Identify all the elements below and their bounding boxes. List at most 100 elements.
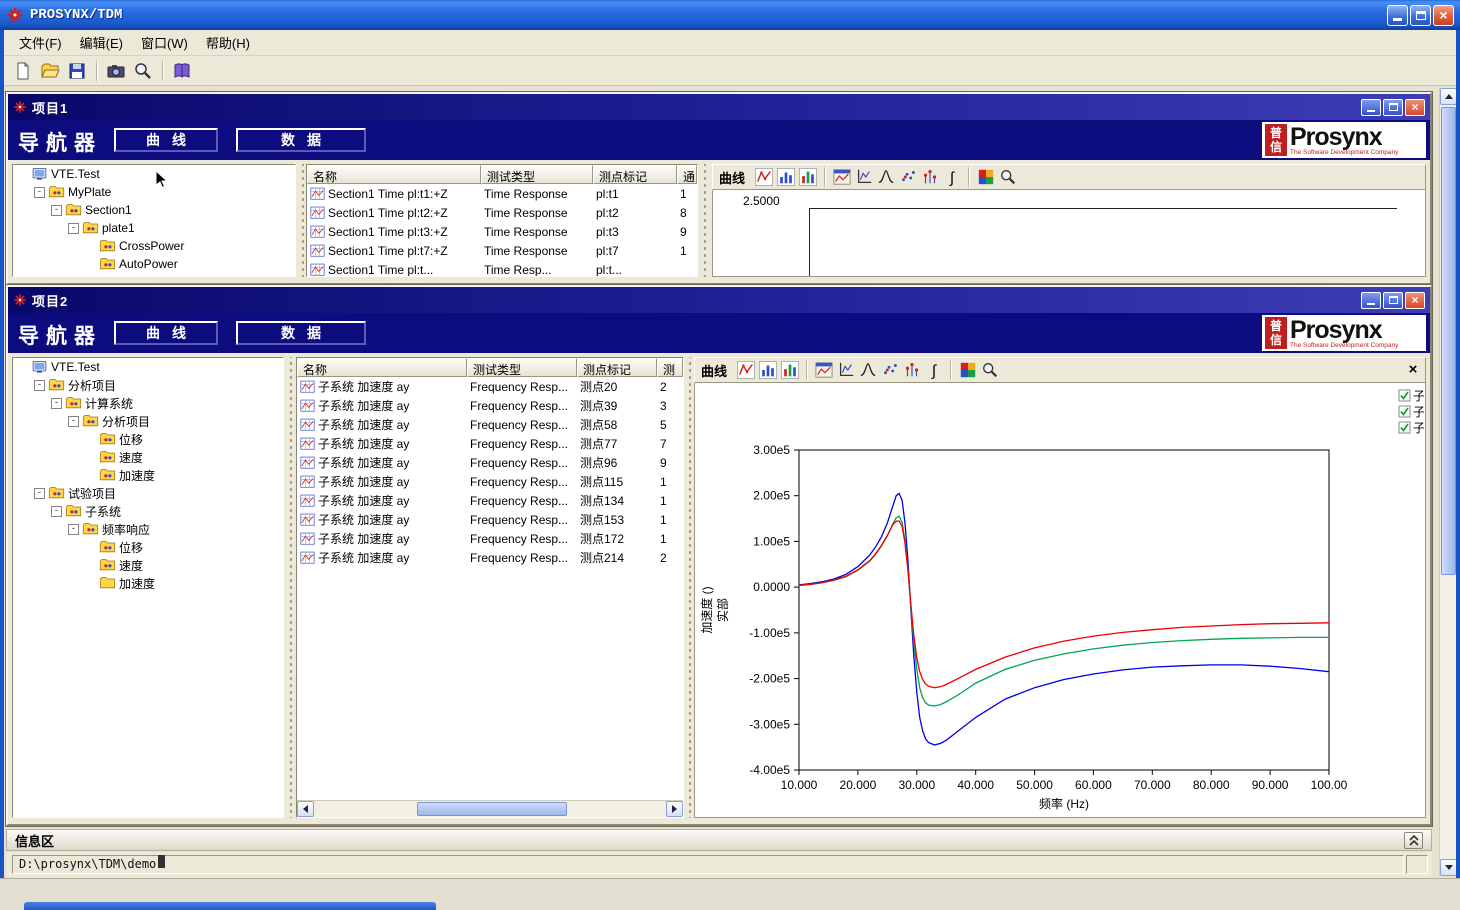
- splitter[interactable]: [702, 164, 708, 277]
- tree-item[interactable]: - 频率响应: [13, 520, 283, 538]
- close-button[interactable]: ×: [1405, 292, 1425, 309]
- heatmap-button[interactable]: [957, 359, 979, 381]
- tree-expander-icon[interactable]: -: [68, 416, 79, 427]
- table-row[interactable]: Section1 Time pl:t7:+Z Time Response pl:…: [307, 241, 697, 260]
- tree-expander-icon[interactable]: -: [68, 223, 79, 234]
- magnifier-button[interactable]: [979, 359, 1001, 381]
- scrollbar-thumb[interactable]: [1441, 107, 1456, 575]
- tree-item[interactable]: - 计算系统: [13, 394, 283, 412]
- tree-item[interactable]: 速度: [13, 448, 283, 466]
- heatmap-button[interactable]: [975, 166, 997, 188]
- legend-item[interactable]: 子: [1398, 403, 1424, 419]
- integral-button[interactable]: ∫: [941, 166, 963, 188]
- save-button[interactable]: [64, 58, 89, 83]
- scatter-button[interactable]: [879, 359, 901, 381]
- project2-titlebar[interactable]: 项目2 ×: [8, 287, 1430, 313]
- tree-item[interactable]: 位移: [13, 538, 283, 556]
- collapse-info-button[interactable]: [1404, 832, 1423, 849]
- bar-multi-button[interactable]: [779, 359, 801, 381]
- minimize-button[interactable]: [1387, 5, 1408, 26]
- tree-item[interactable]: - 子系统: [13, 502, 283, 520]
- minimize-button[interactable]: [1361, 292, 1381, 309]
- lollipop-button[interactable]: [919, 166, 941, 188]
- tree-item[interactable]: VTE.Test: [13, 358, 283, 376]
- tree-item[interactable]: 位移: [13, 430, 283, 448]
- menu-window[interactable]: 窗口(W): [132, 30, 197, 55]
- tree-item[interactable]: - 分析项目: [13, 376, 283, 394]
- project1-titlebar[interactable]: 项目1 ×: [8, 94, 1430, 120]
- tree-item[interactable]: - 分析项目: [13, 412, 283, 430]
- table-row[interactable]: 子系统 加速度 ay Frequency Resp... 测点96 9: [297, 453, 683, 472]
- maximize-button[interactable]: [1383, 99, 1403, 116]
- scrollbar-thumb[interactable]: [417, 802, 567, 816]
- chart-frame-button[interactable]: [831, 166, 853, 188]
- table-horizontal-scrollbar[interactable]: [297, 800, 683, 817]
- menu-edit[interactable]: 编辑(E): [71, 30, 132, 55]
- column-header[interactable]: 通: [677, 165, 697, 184]
- tree-expander-icon[interactable]: -: [51, 205, 62, 216]
- open-folder-button[interactable]: [37, 58, 62, 83]
- menu-help[interactable]: 帮助(H): [197, 30, 259, 55]
- table-row[interactable]: 子系统 加速度 ay Frequency Resp... 测点115 1: [297, 472, 683, 491]
- camera-button[interactable]: [103, 58, 128, 83]
- splitter[interactable]: [687, 357, 693, 818]
- magnifier-button[interactable]: [130, 58, 155, 83]
- tree-expander-icon[interactable]: -: [68, 524, 79, 535]
- column-header[interactable]: 名称: [297, 358, 467, 377]
- table-row[interactable]: Section1 Time pl:t2:+Z Time Response pl:…: [307, 203, 697, 222]
- legend-item[interactable]: 子: [1398, 419, 1424, 435]
- tree-item[interactable]: CrossPower: [13, 237, 295, 255]
- axes-button[interactable]: [853, 166, 875, 188]
- tree-expander-icon[interactable]: -: [34, 488, 45, 499]
- scroll-up-button[interactable]: [1440, 88, 1456, 105]
- table-row[interactable]: Section1 Time pl:t... Time Resp... pl:t.…: [307, 260, 697, 277]
- table-row[interactable]: 子系统 加速度 ay Frequency Resp... 测点172 1: [297, 529, 683, 548]
- bar-blue-button[interactable]: [775, 166, 797, 188]
- column-header[interactable]: 测: [657, 358, 683, 377]
- table-row[interactable]: 子系统 加速度 ay Frequency Resp... 测点153 1: [297, 510, 683, 529]
- tree-item[interactable]: AutoPower: [13, 255, 295, 273]
- table-row[interactable]: Section1 Time pl:t3:+Z Time Response pl:…: [307, 222, 697, 241]
- help-book-button[interactable]: [169, 58, 194, 83]
- table-row[interactable]: 子系统 加速度 ay Frequency Resp... 测点214 2: [297, 548, 683, 567]
- tree-expander-icon[interactable]: -: [51, 506, 62, 517]
- chart-frame-button[interactable]: [813, 359, 835, 381]
- maximize-button[interactable]: [1383, 292, 1403, 309]
- table-row[interactable]: 子系统 加速度 ay Frequency Resp... 测点77 7: [297, 434, 683, 453]
- peak-button[interactable]: [857, 359, 879, 381]
- tab-curves[interactable]: 曲线: [114, 321, 218, 345]
- axes-button[interactable]: [835, 359, 857, 381]
- scatter-button[interactable]: [897, 166, 919, 188]
- tree-expander-icon[interactable]: -: [51, 398, 62, 409]
- close-chart-button[interactable]: ×: [1404, 361, 1422, 379]
- maximize-button[interactable]: [1410, 5, 1431, 26]
- tree-item[interactable]: 速度: [13, 556, 283, 574]
- lollipop-button[interactable]: [901, 359, 923, 381]
- column-header[interactable]: 测试类型: [467, 358, 577, 377]
- new-doc-button[interactable]: [10, 58, 35, 83]
- scroll-left-button[interactable]: [297, 801, 314, 817]
- column-header[interactable]: 名称: [307, 165, 481, 184]
- table-row[interactable]: 子系统 加速度 ay Frequency Resp... 测点134 1: [297, 491, 683, 510]
- table-row[interactable]: 子系统 加速度 ay Frequency Resp... 测点39 3: [297, 396, 683, 415]
- bar-blue-button[interactable]: [757, 359, 779, 381]
- tab-curves[interactable]: 曲线: [114, 128, 218, 152]
- bar-multi-button[interactable]: [797, 166, 819, 188]
- column-header[interactable]: 测点标记: [577, 358, 657, 377]
- column-header[interactable]: 测点标记: [593, 165, 677, 184]
- scroll-right-button[interactable]: [666, 801, 683, 817]
- tree-expander-icon[interactable]: -: [34, 380, 45, 391]
- close-button[interactable]: ×: [1433, 5, 1454, 26]
- mdi-vertical-scrollbar[interactable]: [1439, 88, 1456, 876]
- peak-button[interactable]: [875, 166, 897, 188]
- close-button[interactable]: ×: [1405, 99, 1425, 116]
- column-header[interactable]: 测试类型: [481, 165, 593, 184]
- legend-item[interactable]: 子: [1398, 387, 1424, 403]
- table-row[interactable]: 子系统 加速度 ay Frequency Resp... 测点58 5: [297, 415, 683, 434]
- scroll-down-button[interactable]: [1440, 859, 1456, 876]
- tree-item[interactable]: - 试验项目: [13, 484, 283, 502]
- tree-item[interactable]: - MyPlate: [13, 183, 295, 201]
- table-row[interactable]: 子系统 加速度 ay Frequency Resp... 测点20 2: [297, 377, 683, 396]
- tree-item[interactable]: - Section1: [13, 201, 295, 219]
- tab-data[interactable]: 数据: [236, 321, 366, 345]
